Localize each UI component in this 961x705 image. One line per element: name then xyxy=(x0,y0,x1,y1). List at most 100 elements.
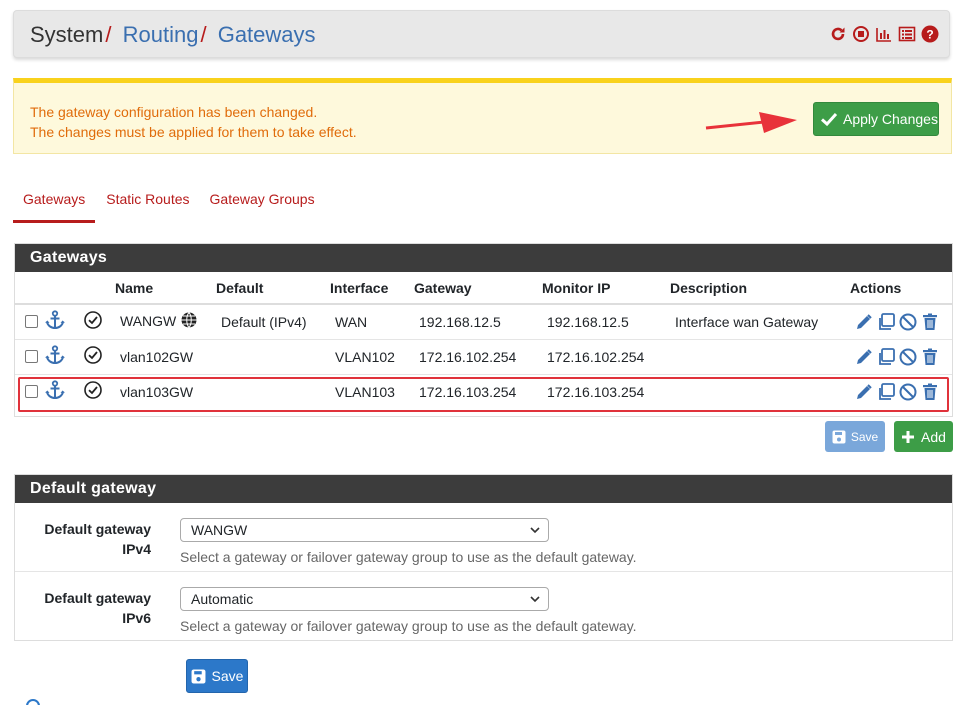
tab-bar: Gateways Static Routes Gateway Groups xyxy=(13,183,325,223)
gateway-monitor-ip: 192.168.12.5 xyxy=(542,304,670,340)
list-icon[interactable] xyxy=(898,25,916,43)
default-gateway-ipv4-help: Select a gateway or failover gateway gro… xyxy=(180,549,637,565)
plus-icon xyxy=(902,430,915,443)
config-changed-alert: The gateway configuration has been chang… xyxy=(13,78,952,154)
gateway-monitor-ip: 172.16.103.254 xyxy=(547,383,645,400)
gateway-address: 172.16.103.254 xyxy=(419,383,517,400)
breadcrumb-separator: / xyxy=(105,22,112,47)
gateway-interface: WAN xyxy=(330,304,414,340)
gateway-description xyxy=(670,374,850,409)
gateway-default: Default (IPv4) xyxy=(216,304,330,340)
default-gateway-ipv6-label: Default gateway IPv6 xyxy=(44,590,151,626)
gateway-name: vlan103GW xyxy=(120,383,194,400)
help-icon[interactable]: ? xyxy=(921,25,939,43)
alert-line-2: The changes must be applied for them to … xyxy=(30,124,357,140)
anchor-icon[interactable] xyxy=(44,310,66,333)
pencil-icon[interactable] xyxy=(854,312,874,332)
anchor-icon[interactable] xyxy=(44,380,66,403)
breadcrumb-separator: / xyxy=(200,22,207,47)
default-gateway-ipv6-help: Select a gateway or failover gateway gro… xyxy=(180,618,637,634)
add-gateway-label: Add xyxy=(921,428,946,445)
check-circle-icon xyxy=(83,380,103,403)
apply-changes-button[interactable]: Apply Changes xyxy=(813,102,939,136)
chevron-down-icon xyxy=(530,596,540,603)
ban-icon[interactable] xyxy=(898,382,918,402)
gateway-monitor-ip: 172.16.102.254 xyxy=(542,339,670,375)
table-row: vlan103GW VLAN103 172.16.103.254 172.16.103… xyxy=(15,374,952,409)
table-row: WANGW Default (IPv4) WAN 192.168.12.5 192.1… xyxy=(15,304,952,340)
trash-icon[interactable] xyxy=(920,312,940,332)
chart-icon[interactable] xyxy=(875,25,893,43)
col-name: Name xyxy=(115,272,216,305)
ban-icon[interactable] xyxy=(898,312,918,332)
copy-icon[interactable] xyxy=(876,347,896,367)
alert-line-1: The gateway configuration has been chang… xyxy=(30,104,318,120)
breadcrumb-gateways[interactable]: Gateways xyxy=(218,22,316,47)
default-gateway-ipv6-select[interactable]: Automatic xyxy=(180,587,549,611)
default-gateway-ipv4-select[interactable]: WANGW xyxy=(180,518,549,542)
gateway-description: Interface wan Gateway xyxy=(670,304,850,340)
pencil-icon[interactable] xyxy=(854,382,874,402)
breadcrumb-routing[interactable]: Routing xyxy=(123,22,199,47)
gateway-default xyxy=(216,374,330,409)
check-icon xyxy=(820,112,838,127)
trash-icon[interactable] xyxy=(920,347,940,367)
col-default: Default xyxy=(216,272,330,305)
globe-icon xyxy=(180,311,198,332)
gateway-default xyxy=(216,339,330,375)
svg-text:?: ? xyxy=(926,28,933,42)
col-interface: Interface xyxy=(330,272,414,305)
save-table-button[interactable]: Save xyxy=(825,421,885,452)
default-gateway-ipv4-value: WANGW xyxy=(191,522,248,538)
chevron-down-icon xyxy=(530,527,540,534)
col-monitor-ip: Monitor IP xyxy=(542,272,670,305)
save-table-label: Save xyxy=(850,429,879,444)
row-checkbox[interactable] xyxy=(25,315,38,329)
add-gateway-button[interactable]: Add xyxy=(894,421,953,452)
page-header: System/ Routing/ Gateways ? xyxy=(13,10,950,58)
gateways-panel: Gateways Name Default Interface Gateway … xyxy=(14,243,953,417)
info-icon[interactable] xyxy=(26,699,40,705)
arrow-right-icon xyxy=(705,112,797,133)
gateway-description xyxy=(670,339,850,375)
default-gateway-panel: Default gateway Default gateway IPv4 WAN… xyxy=(14,474,953,641)
pencil-icon[interactable] xyxy=(854,347,874,367)
gateways-panel-title: Gateways xyxy=(15,244,952,272)
copy-icon[interactable] xyxy=(876,312,896,332)
check-circle-icon xyxy=(83,310,103,333)
gateway-address: 172.16.102.254 xyxy=(414,339,542,375)
breadcrumb: System/ Routing/ Gateways xyxy=(30,22,316,48)
tab-static-routes[interactable]: Static Routes xyxy=(95,183,199,223)
row-checkbox[interactable] xyxy=(25,350,38,363)
save-button[interactable]: Save xyxy=(186,659,248,693)
gateway-interface: VLAN102 xyxy=(330,339,414,375)
reload-icon[interactable] xyxy=(829,25,847,43)
copy-icon[interactable] xyxy=(876,382,896,402)
default-gateway-ipv6-row: Default gateway IPv6 Automatic Select a … xyxy=(15,572,952,641)
default-gateway-panel-title: Default gateway xyxy=(15,475,952,503)
col-description: Description xyxy=(670,272,850,305)
default-gateway-ipv6-value: Automatic xyxy=(191,591,254,607)
breadcrumb-system: System xyxy=(30,22,104,47)
anchor-icon[interactable] xyxy=(44,345,66,368)
gateway-name: vlan102GW xyxy=(120,348,194,365)
default-gateway-ipv4-row: Default gateway IPv4 WANGW Select a gate… xyxy=(15,503,952,572)
row-checkbox[interactable] xyxy=(25,385,38,399)
default-gateway-ipv4-label: Default gateway IPv4 xyxy=(44,521,151,557)
save-label: Save xyxy=(211,668,244,684)
tab-gateway-groups[interactable]: Gateway Groups xyxy=(200,183,325,223)
stop-icon[interactable] xyxy=(852,25,870,43)
gateways-table: Name Default Interface Gateway Monitor I… xyxy=(15,272,952,409)
trash-icon[interactable] xyxy=(920,382,940,402)
gateway-name: WANGW xyxy=(120,313,177,330)
col-gateway: Gateway xyxy=(414,272,542,305)
floppy-icon xyxy=(832,430,846,443)
ban-icon[interactable] xyxy=(898,347,918,367)
apply-changes-label: Apply Changes xyxy=(843,111,938,127)
gateway-interface: VLAN103 xyxy=(335,383,395,400)
check-circle-icon xyxy=(83,345,103,368)
tab-gateways[interactable]: Gateways xyxy=(13,183,96,223)
col-actions: Actions xyxy=(850,272,952,305)
gateway-address: 192.168.12.5 xyxy=(414,304,542,340)
floppy-icon xyxy=(191,669,205,683)
